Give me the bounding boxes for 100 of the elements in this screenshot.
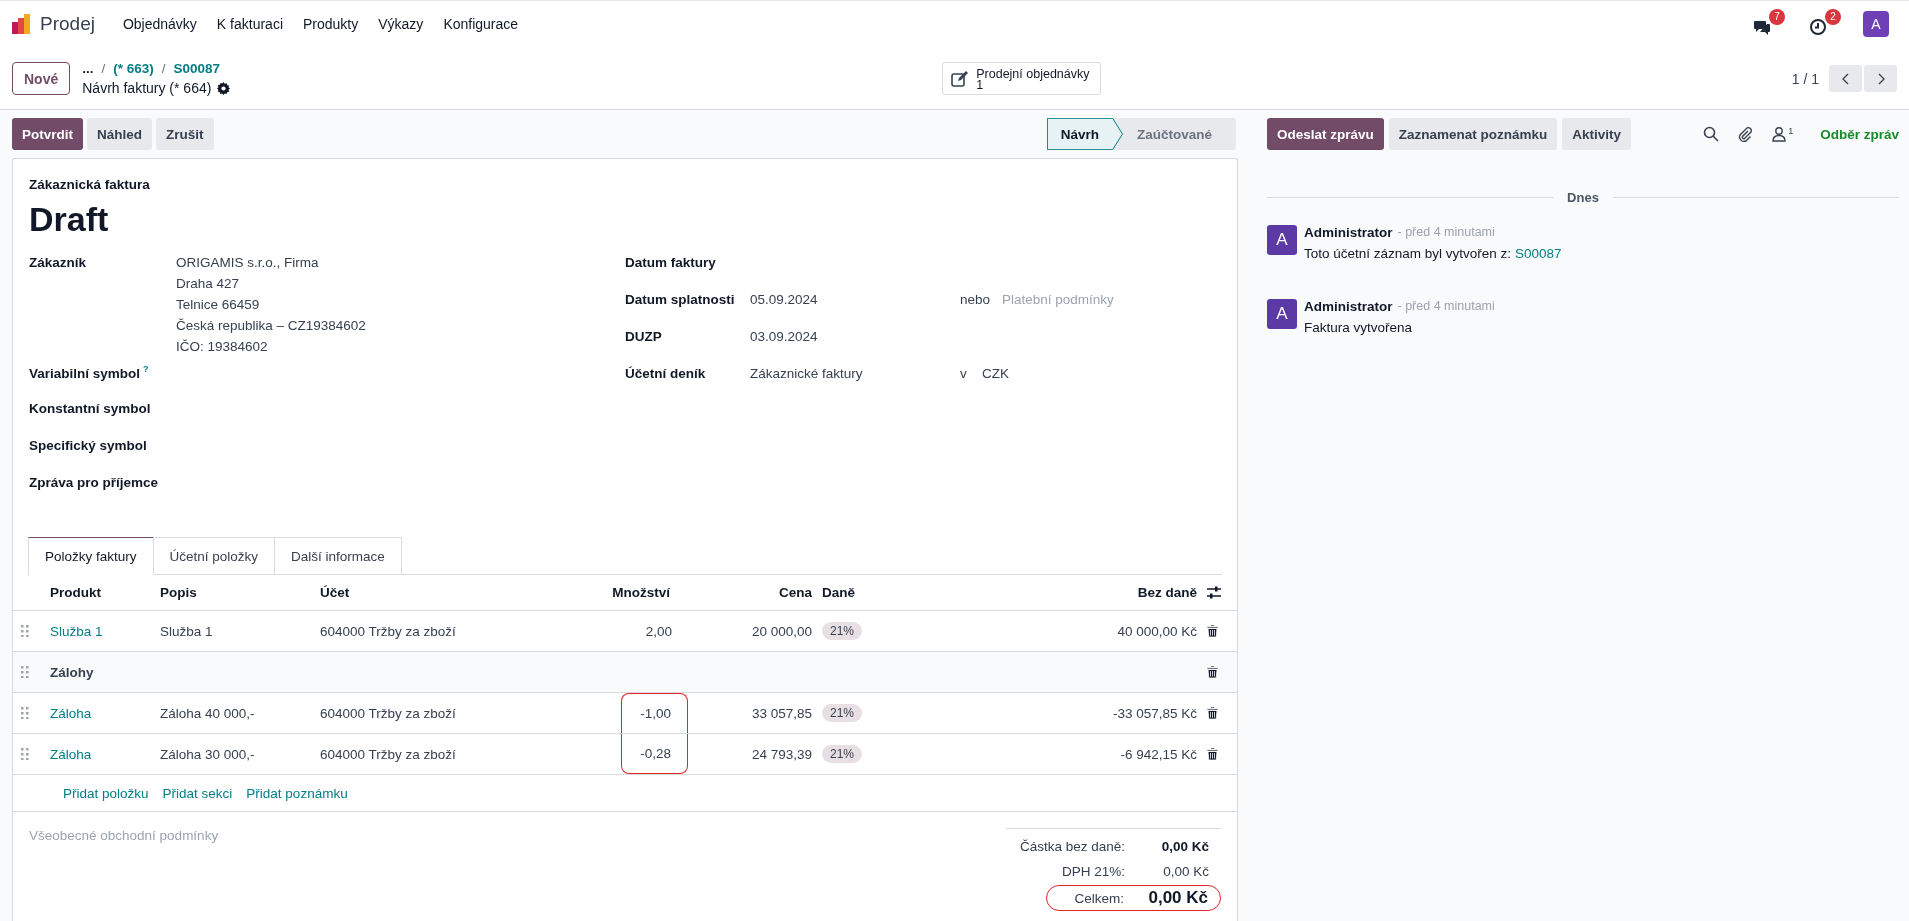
description-cell-text: Záloha 40 000,- — [160, 705, 256, 721]
menu-item[interactable]: Objednávky — [112, 16, 207, 32]
add-line-link[interactable]: Přidat poznámku — [246, 785, 348, 801]
follow-button[interactable]: Odběr zpráv — [1820, 126, 1899, 142]
field-label: Zpráva pro příjemce — [29, 474, 160, 492]
quantity-cell: -0,28 — [621, 734, 688, 774]
author-name: Administrator — [1304, 225, 1393, 240]
message-time: - před 4 minutami — [1397, 299, 1495, 314]
column-header[interactable]: Cena — [680, 585, 822, 600]
field-label: Účetní deník — [625, 365, 707, 383]
status-step[interactable]: Zaúčtované — [1122, 118, 1236, 150]
breadcrumb-more[interactable]: ... — [82, 61, 94, 76]
menu-item[interactable]: Produkty — [293, 16, 369, 32]
breadcrumb-separator: / — [161, 61, 166, 76]
column-header[interactable]: Účet — [320, 585, 560, 600]
record-link[interactable]: S00087 — [1514, 246, 1562, 261]
column-settings-icon[interactable] — [1207, 586, 1221, 599]
address-line: IČO: 19384602 — [176, 339, 269, 354]
sales-orders-smart-button[interactable]: Prodejní objednávky 1 — [942, 62, 1101, 95]
product-cell[interactable]: Záloha — [50, 746, 160, 762]
field-label: Specifický symbol — [29, 437, 148, 455]
action-button[interactable]: Potvrdit — [12, 118, 83, 150]
menu-item[interactable]: K fakturaci — [206, 16, 293, 32]
product-cell[interactable]: Záloha — [50, 705, 160, 721]
search-button[interactable] — [1703, 126, 1720, 142]
field-value[interactable]: Zákaznické faktury — [750, 364, 960, 401]
menu-item[interactable]: Výkazy — [368, 16, 434, 32]
edit-icon — [951, 71, 969, 88]
tax-tag: 21% — [822, 704, 863, 722]
tab[interactable]: Položky faktury — [28, 537, 154, 575]
author-name: Administrator — [1304, 299, 1393, 314]
total-value: 0,00 Kč — [1160, 839, 1209, 854]
app-name[interactable]: Prodej — [40, 13, 95, 35]
field-label: Datum faktury — [625, 254, 717, 272]
column-header[interactable]: Produkt — [50, 585, 160, 600]
account-cell-text: 604000 Tržby za zboží — [320, 623, 457, 639]
field-value[interactable]: 03.09.2024 — [750, 327, 960, 364]
document-type: Zákaznická faktura — [29, 177, 151, 192]
drag-handle-icon[interactable] — [21, 666, 29, 678]
currency-field[interactable]: CZK — [982, 364, 1009, 401]
total-value: 0,00 Kč — [1147, 888, 1208, 908]
add-line-link[interactable]: Přidat položku — [63, 785, 149, 801]
message-time: - před 4 minutami — [1397, 225, 1495, 240]
column-header[interactable]: Množství — [560, 585, 680, 600]
price-cell-text: 24 793,39 — [750, 746, 813, 762]
field-connector: v — [960, 365, 968, 383]
total-label: DPH 21%: — [1061, 864, 1125, 879]
drag-handle-icon[interactable] — [21, 748, 29, 760]
message-body: Toto účetní záznam byl vytvořen z: S00087 — [1304, 246, 1562, 261]
column-header[interactable]: Bez daně — [900, 585, 1207, 600]
trash-icon[interactable] — [1207, 625, 1218, 637]
menu-item[interactable]: Konfigurace — [433, 16, 529, 32]
quantity-cell: -1,00 — [621, 693, 688, 733]
breadcrumb-link[interactable]: S00087 — [173, 61, 221, 76]
status-step[interactable]: Návrh — [1046, 118, 1123, 150]
total-value: 0,00 Kč — [1162, 864, 1209, 879]
action-button[interactable]: Náhled — [87, 118, 153, 150]
product-cell[interactable]: Služba 1 — [50, 623, 160, 639]
author-avatar: A — [1267, 225, 1297, 255]
chatter-button[interactable]: Aktivity — [1562, 118, 1632, 150]
drag-handle-icon[interactable] — [21, 707, 29, 719]
activity-count-badge: 2 — [1825, 9, 1841, 25]
trash-icon[interactable] — [1207, 666, 1218, 678]
record-name: Návrh faktury (* 664) — [82, 80, 212, 96]
add-line-link[interactable]: Přidat sekci — [162, 785, 233, 801]
tab[interactable]: Další informace — [274, 537, 402, 574]
breadcrumb-link[interactable]: (* 663) — [113, 61, 154, 76]
address-line: Telnice 66459 — [176, 297, 261, 312]
subtotal-cell-text: -6 942,15 Kč — [1119, 746, 1198, 762]
description-cell-text: Služba 1 — [160, 623, 214, 639]
account-cell-text: 604000 Tržby za zboží — [320, 705, 457, 721]
field-connector: nebo — [960, 291, 992, 309]
quantity-cell-text: 2,00 — [644, 622, 673, 641]
new-button[interactable]: Nové — [12, 62, 71, 95]
chatter-button[interactable]: Zaznamenat poznámku — [1388, 118, 1558, 150]
total-label: Částka bez daně: — [1019, 839, 1125, 854]
app-logo[interactable] — [12, 14, 32, 34]
field-label: DUZP — [625, 328, 663, 346]
chatter-button[interactable]: Odeslat zprávu — [1267, 118, 1384, 150]
document-title: Draft — [29, 200, 110, 239]
action-button[interactable]: Zrušit — [156, 118, 214, 150]
trash-icon[interactable] — [1207, 707, 1218, 719]
column-header[interactable]: Daně — [822, 585, 900, 600]
activities-button[interactable]: 2 — [1807, 9, 1841, 39]
settings-icon[interactable] — [217, 81, 231, 95]
attachments-button[interactable] — [1737, 126, 1754, 142]
user-avatar[interactable]: A — [1863, 11, 1889, 37]
description-cell-text: Záloha 30 000,- — [160, 746, 256, 762]
trash-icon[interactable] — [1207, 748, 1218, 760]
breadcrumb-separator: / — [101, 61, 106, 76]
field-value[interactable]: 05.09.2024 — [750, 290, 960, 327]
drag-handle-icon[interactable] — [21, 625, 29, 637]
messages-button[interactable]: 7 — [1751, 9, 1785, 39]
author-avatar: A — [1267, 299, 1297, 329]
column-header[interactable]: Popis — [160, 585, 320, 600]
subtotal-cell-text: 40 000,00 Kč — [1116, 623, 1198, 639]
field-label: Zákazník — [29, 254, 88, 272]
followers-button[interactable]: 1 — [1771, 126, 1794, 142]
pager-value: 1 / 1 — [1791, 70, 1819, 87]
address-line: ORIGAMIS s.r.o., Firma — [176, 255, 320, 270]
